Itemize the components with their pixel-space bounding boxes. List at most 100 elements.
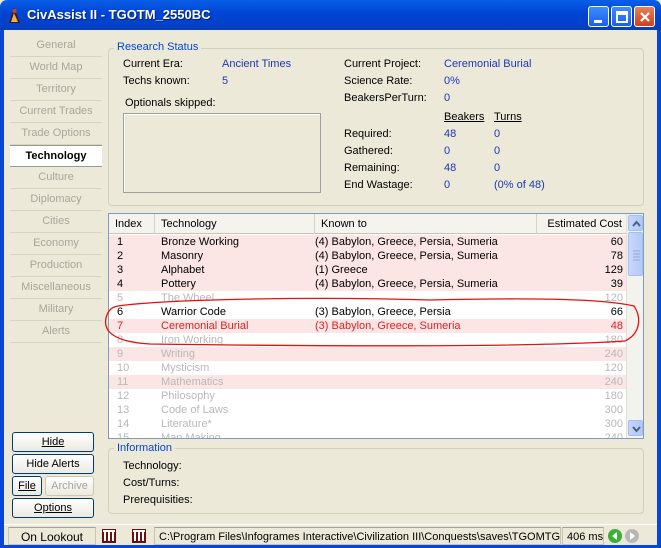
options-button-label: Options (34, 502, 72, 514)
required-beakers: 48 (444, 128, 457, 140)
archive-button[interactable]: Archive (45, 476, 94, 496)
cell-estimated-cost: 180 (604, 390, 623, 402)
info-technology-label: Technology: (123, 460, 182, 472)
table-scrollbar[interactable] (626, 214, 643, 438)
table-row[interactable]: 9 Writing 240 (109, 347, 627, 361)
gathered-turns: 0 (494, 145, 501, 157)
cell-index: 8 (117, 334, 124, 346)
cell-estimated-cost: 66 (610, 306, 623, 318)
options-button[interactable]: Options (12, 498, 94, 518)
header-index[interactable]: Index (109, 214, 155, 234)
sidebar: General World Map Territory Current Trad… (10, 35, 102, 343)
table-row[interactable]: 11 Mathematics 240 (109, 375, 627, 389)
grip-icon (633, 250, 640, 261)
optionals-list[interactable] (123, 113, 321, 193)
info-cost-label: Cost/Turns: (123, 477, 180, 489)
file-button[interactable]: File (12, 476, 42, 496)
sidebar-item-culture[interactable]: Culture (10, 167, 102, 189)
techs-known-value: 5 (222, 75, 229, 87)
table-row[interactable]: 14 Literature* 300 (109, 417, 627, 431)
sidebar-item-military[interactable]: Military (10, 299, 102, 321)
hide-button[interactable]: Hide (12, 432, 94, 452)
maximize-icon (616, 11, 628, 23)
scroll-up-button[interactable] (628, 215, 643, 231)
cell-index: 7 (117, 320, 124, 332)
cell-technology: Bronze Working (161, 236, 240, 248)
table-row[interactable]: 6 Warrior Code (3) Babylon, Greece, Persia… (109, 305, 627, 319)
beakers-per-turn-value: 0 (444, 92, 451, 104)
scroll-down-button[interactable] (628, 420, 643, 436)
header-technology[interactable]: Technology (155, 214, 315, 234)
table-row[interactable]: 3 Alphabet (1) Greece 129 (109, 263, 627, 277)
cell-technology: Ceremonial Burial (161, 320, 249, 332)
technology-table[interactable]: Index Technology Known to Estimated Cost… (108, 213, 644, 439)
beakers-column-header: Beakers (444, 111, 485, 123)
table-row[interactable]: 10 Mysticism 120 (109, 361, 627, 375)
hide-alerts-button[interactable]: Hide Alerts (12, 454, 94, 474)
cell-known-to: (4) Babylon, Greece, Persia, Sumeria (315, 278, 498, 290)
beakers-per-turn-label: BeakersPerTurn: (344, 92, 427, 104)
cell-technology: Pottery (161, 278, 196, 290)
turns-column-header: Turns (494, 111, 522, 123)
science-rate-label: Science Rate: (344, 75, 413, 87)
cell-estimated-cost: 78 (610, 250, 623, 262)
remaining-label: Remaining: (344, 162, 400, 174)
minimize-icon (594, 20, 602, 23)
table-row[interactable]: 7 Ceremonial Burial (3) Babylon, Greece, S… (109, 319, 627, 333)
cell-estimated-cost: 129 (604, 264, 623, 276)
save-path: C:\Program Files\Infogrames Interactive\… (154, 527, 561, 545)
table-row[interactable]: 4 Pottery (4) Babylon, Greece, Persia, Sum… (109, 277, 627, 291)
table-row[interactable]: 1 Bronze Working (4) Babylon, Greece, Pers… (109, 235, 627, 249)
scroll-thumb[interactable] (628, 232, 643, 276)
cell-technology: Masonry (161, 250, 204, 262)
sidebar-item-world-map[interactable]: World Map (10, 57, 102, 79)
status-bar: On Lookout C:\Program Files\Infogrames I… (4, 524, 657, 545)
forward-arrow-icon[interactable] (624, 528, 640, 544)
table-row[interactable]: 12 Philosophy 180 (109, 389, 627, 403)
cell-estimated-cost: 180 (604, 334, 623, 346)
title-bar[interactable]: CivAssist II - TGOTM_2550BC (0, 0, 661, 30)
maximize-button[interactable] (611, 6, 632, 27)
table-row[interactable]: 15 Map Making 240 (109, 431, 627, 439)
cell-index: 15 (117, 432, 130, 439)
cell-known-to: (1) Greece (315, 264, 368, 276)
cell-index: 11 (117, 376, 129, 388)
palace-icon[interactable] (101, 528, 117, 544)
table-row[interactable]: 8 Iron Working 180 (109, 333, 627, 347)
sidebar-item-technology[interactable]: Technology (10, 145, 102, 167)
table-row[interactable]: 5 The Wheel 120 (109, 291, 627, 305)
sidebar-item-economy[interactable]: Economy (10, 233, 102, 255)
cell-technology: Literature* (161, 418, 212, 430)
required-label: Required: (344, 128, 392, 140)
end-wastage-label: End Wastage: (344, 179, 413, 191)
close-button[interactable] (634, 6, 655, 27)
sidebar-item-cities[interactable]: Cities (10, 211, 102, 233)
sidebar-item-general[interactable]: General (10, 35, 102, 57)
cell-index: 5 (117, 292, 124, 304)
cell-known-to: (3) Babylon, Greece, Sumeria (315, 320, 461, 332)
header-estimated-cost[interactable]: Estimated Cost (537, 214, 627, 234)
back-arrow-icon[interactable] (607, 528, 623, 544)
sidebar-item-alerts[interactable]: Alerts (10, 321, 102, 343)
cell-estimated-cost: 300 (604, 418, 623, 430)
minimize-button[interactable] (588, 6, 609, 27)
header-known-to[interactable]: Known to (315, 214, 537, 234)
cell-index: 9 (117, 348, 124, 360)
table-row[interactable]: 13 Code of Laws 300 (109, 403, 627, 417)
sidebar-item-miscellaneous[interactable]: Miscellaneous (10, 277, 102, 299)
palace-alt-icon[interactable] (131, 528, 147, 544)
sidebar-item-trade-options[interactable]: Trade Options (10, 123, 102, 145)
gathered-beakers: 0 (444, 145, 451, 157)
information-title: Information (114, 442, 176, 454)
sidebar-item-diplomacy[interactable]: Diplomacy (10, 189, 102, 211)
table-row[interactable]: 2 Masonry (4) Babylon, Greece, Persia, Sum… (109, 249, 627, 263)
current-project-value: Ceremonial Burial (444, 58, 532, 70)
end-wastage-beakers: 0 (444, 179, 451, 191)
sidebar-item-production[interactable]: Production (10, 255, 102, 277)
timing-readout: 406 ms (562, 527, 604, 545)
cell-estimated-cost: 300 (604, 404, 623, 416)
sidebar-item-current-trades[interactable]: Current Trades (10, 101, 102, 123)
sidebar-item-territory[interactable]: Territory (10, 79, 102, 101)
window-frame-right (657, 30, 661, 548)
cell-technology: Alphabet (161, 264, 205, 276)
